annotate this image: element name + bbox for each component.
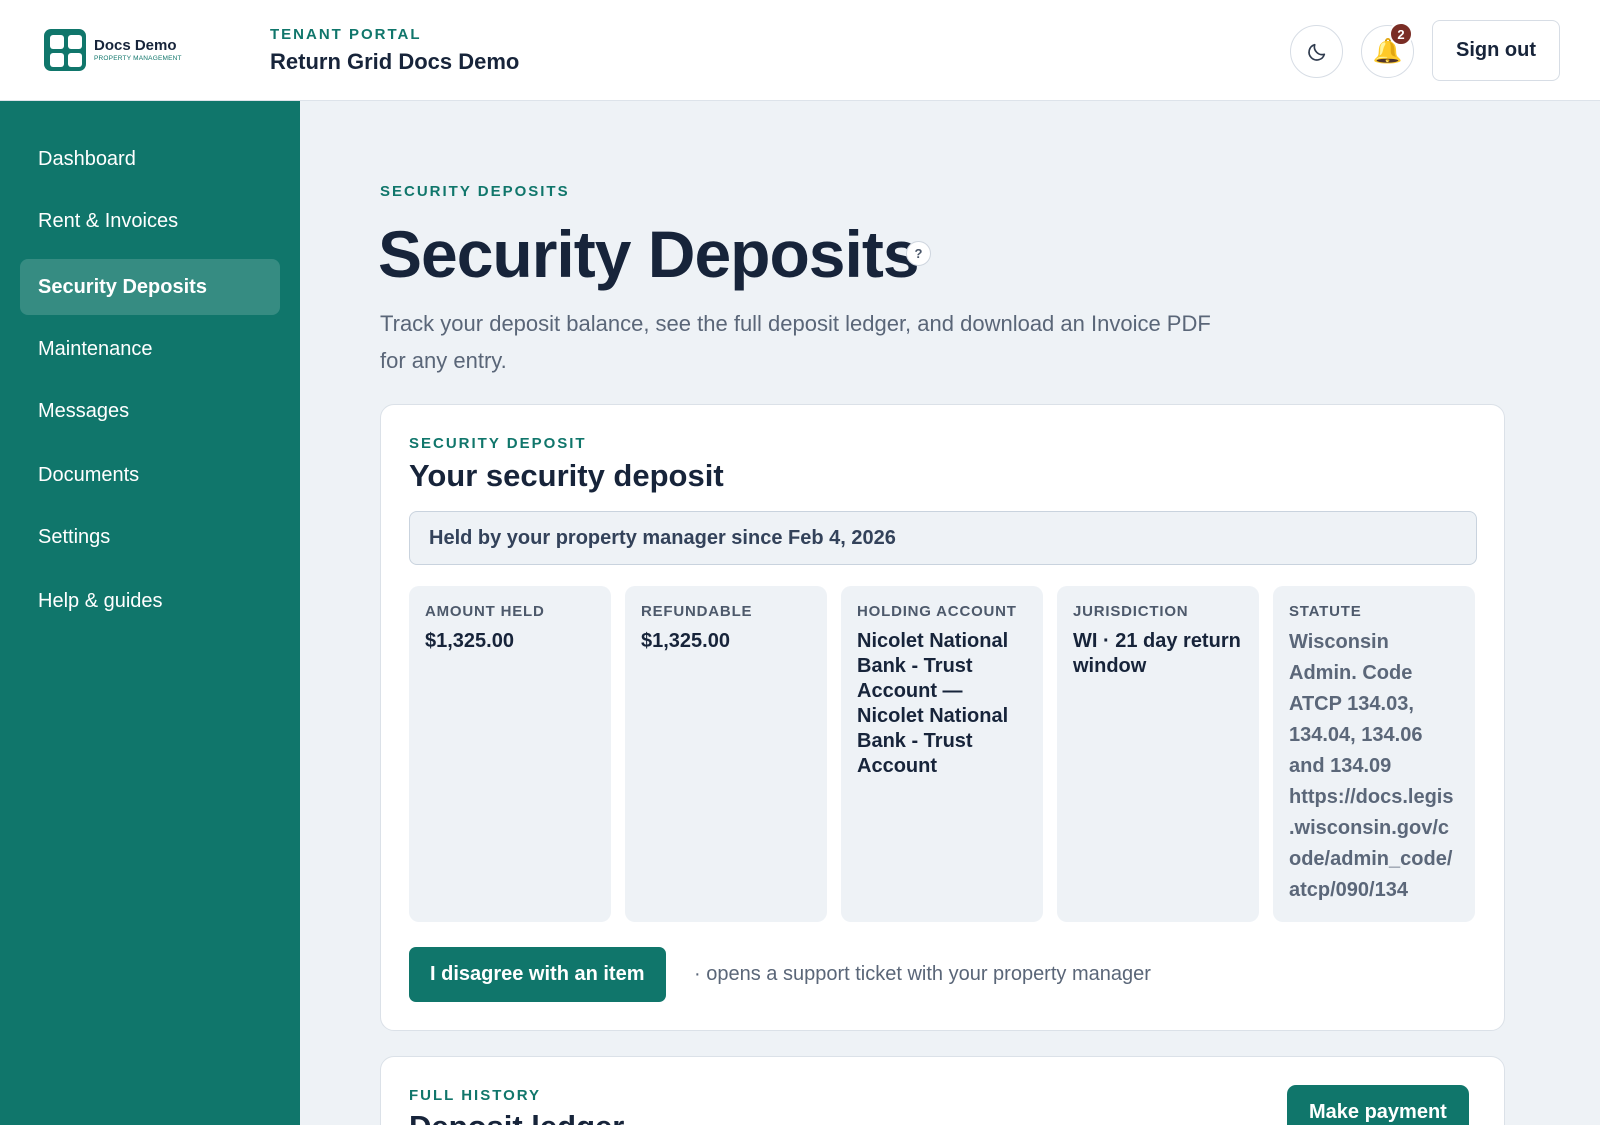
page-title: Security Deposits <box>378 217 920 291</box>
sidebar-item-maintenance[interactable]: Maintenance <box>20 321 280 377</box>
sidebar: Dashboard Rent & Invoices Security Depos… <box>0 101 300 1125</box>
stat-holding-account: Holding account Nicolet National Bank - … <box>841 586 1043 922</box>
security-deposit-card: SECURITY DEPOSIT Your security deposit H… <box>380 404 1505 1031</box>
stat-value: Nicolet National Bank - Trust Account — … <box>857 630 1009 777</box>
stat-value: WI · 21 day return window <box>1073 630 1241 677</box>
stat-value: $1,325.00 <box>425 630 514 652</box>
stat-label: Jurisdiction <box>1073 603 1189 620</box>
stat-statute: Statute Wisconsin Admin. Code ATCP 134.0… <box>1273 586 1475 922</box>
sidebar-item-messages[interactable]: Messages <box>20 383 280 439</box>
sidebar-item-dashboard[interactable]: Dashboard <box>20 131 280 187</box>
stat-label: Holding account <box>857 603 1017 620</box>
notifications-button[interactable]: 🔔 2 <box>1361 22 1414 78</box>
sidebar-item-documents[interactable]: Documents <box>20 447 280 503</box>
stat-jurisdiction: Jurisdiction WI · 21 day return window <box>1057 586 1259 922</box>
top-bar: Docs Demo PROPERTY MANAGEMENT TENANT POR… <box>0 0 1600 101</box>
brand-logo[interactable]: Docs Demo PROPERTY MANAGEMENT <box>44 29 182 71</box>
card-kicker: SECURITY DEPOSIT <box>409 435 587 452</box>
stat-refundable: Refundable $1,325.00 <box>625 586 827 922</box>
portal-title: Return Grid Docs Demo <box>270 49 520 74</box>
disagree-button[interactable]: I disagree with an item <box>409 947 666 1002</box>
stat-label: Amount held <box>425 603 545 620</box>
brand-name: Docs Demo <box>94 36 177 54</box>
help-icon[interactable]: ? <box>906 241 931 266</box>
stat-value: Wisconsin Admin. Code ATCP 134.03, 134.0… <box>1289 631 1454 901</box>
moon-icon <box>1307 43 1325 61</box>
sidebar-item-security-deposits[interactable]: Security Deposits <box>20 259 280 315</box>
page-kicker: SECURITY DEPOSITS <box>380 183 570 200</box>
deposit-ledger-card: FULL HISTORY Deposit ledger Make payment <box>380 1056 1505 1125</box>
logo-grid-icon <box>44 29 86 71</box>
sidebar-item-rent-invoices[interactable]: Rent & Invoices <box>20 193 280 249</box>
stat-label: Statute <box>1289 603 1362 620</box>
card-title: Deposit ledger <box>409 1109 624 1125</box>
held-since-banner: Held by your property manager since Feb … <box>409 511 1477 565</box>
card-title: Your security deposit <box>409 458 724 493</box>
sidebar-item-settings[interactable]: Settings <box>20 509 280 565</box>
sidebar-item-help-guides[interactable]: Help & guides <box>20 573 280 629</box>
notification-count-badge: 2 <box>1389 22 1413 46</box>
sign-out-button[interactable]: Sign out <box>1432 20 1560 81</box>
portal-kicker: TENANT PORTAL <box>270 26 422 43</box>
page-description: Track your deposit balance, see the full… <box>380 311 1211 373</box>
brand-subtitle: PROPERTY MANAGEMENT <box>94 54 182 62</box>
stat-value: $1,325.00 <box>641 630 730 652</box>
stat-amount-held: Amount held $1,325.00 <box>409 586 611 922</box>
make-payment-button[interactable]: Make payment <box>1287 1085 1469 1125</box>
theme-toggle-button[interactable] <box>1290 25 1343 78</box>
dispute-note: · opens a support ticket with your prope… <box>694 963 1151 985</box>
stat-label: Refundable <box>641 603 753 620</box>
card-kicker: FULL HISTORY <box>409 1087 542 1104</box>
